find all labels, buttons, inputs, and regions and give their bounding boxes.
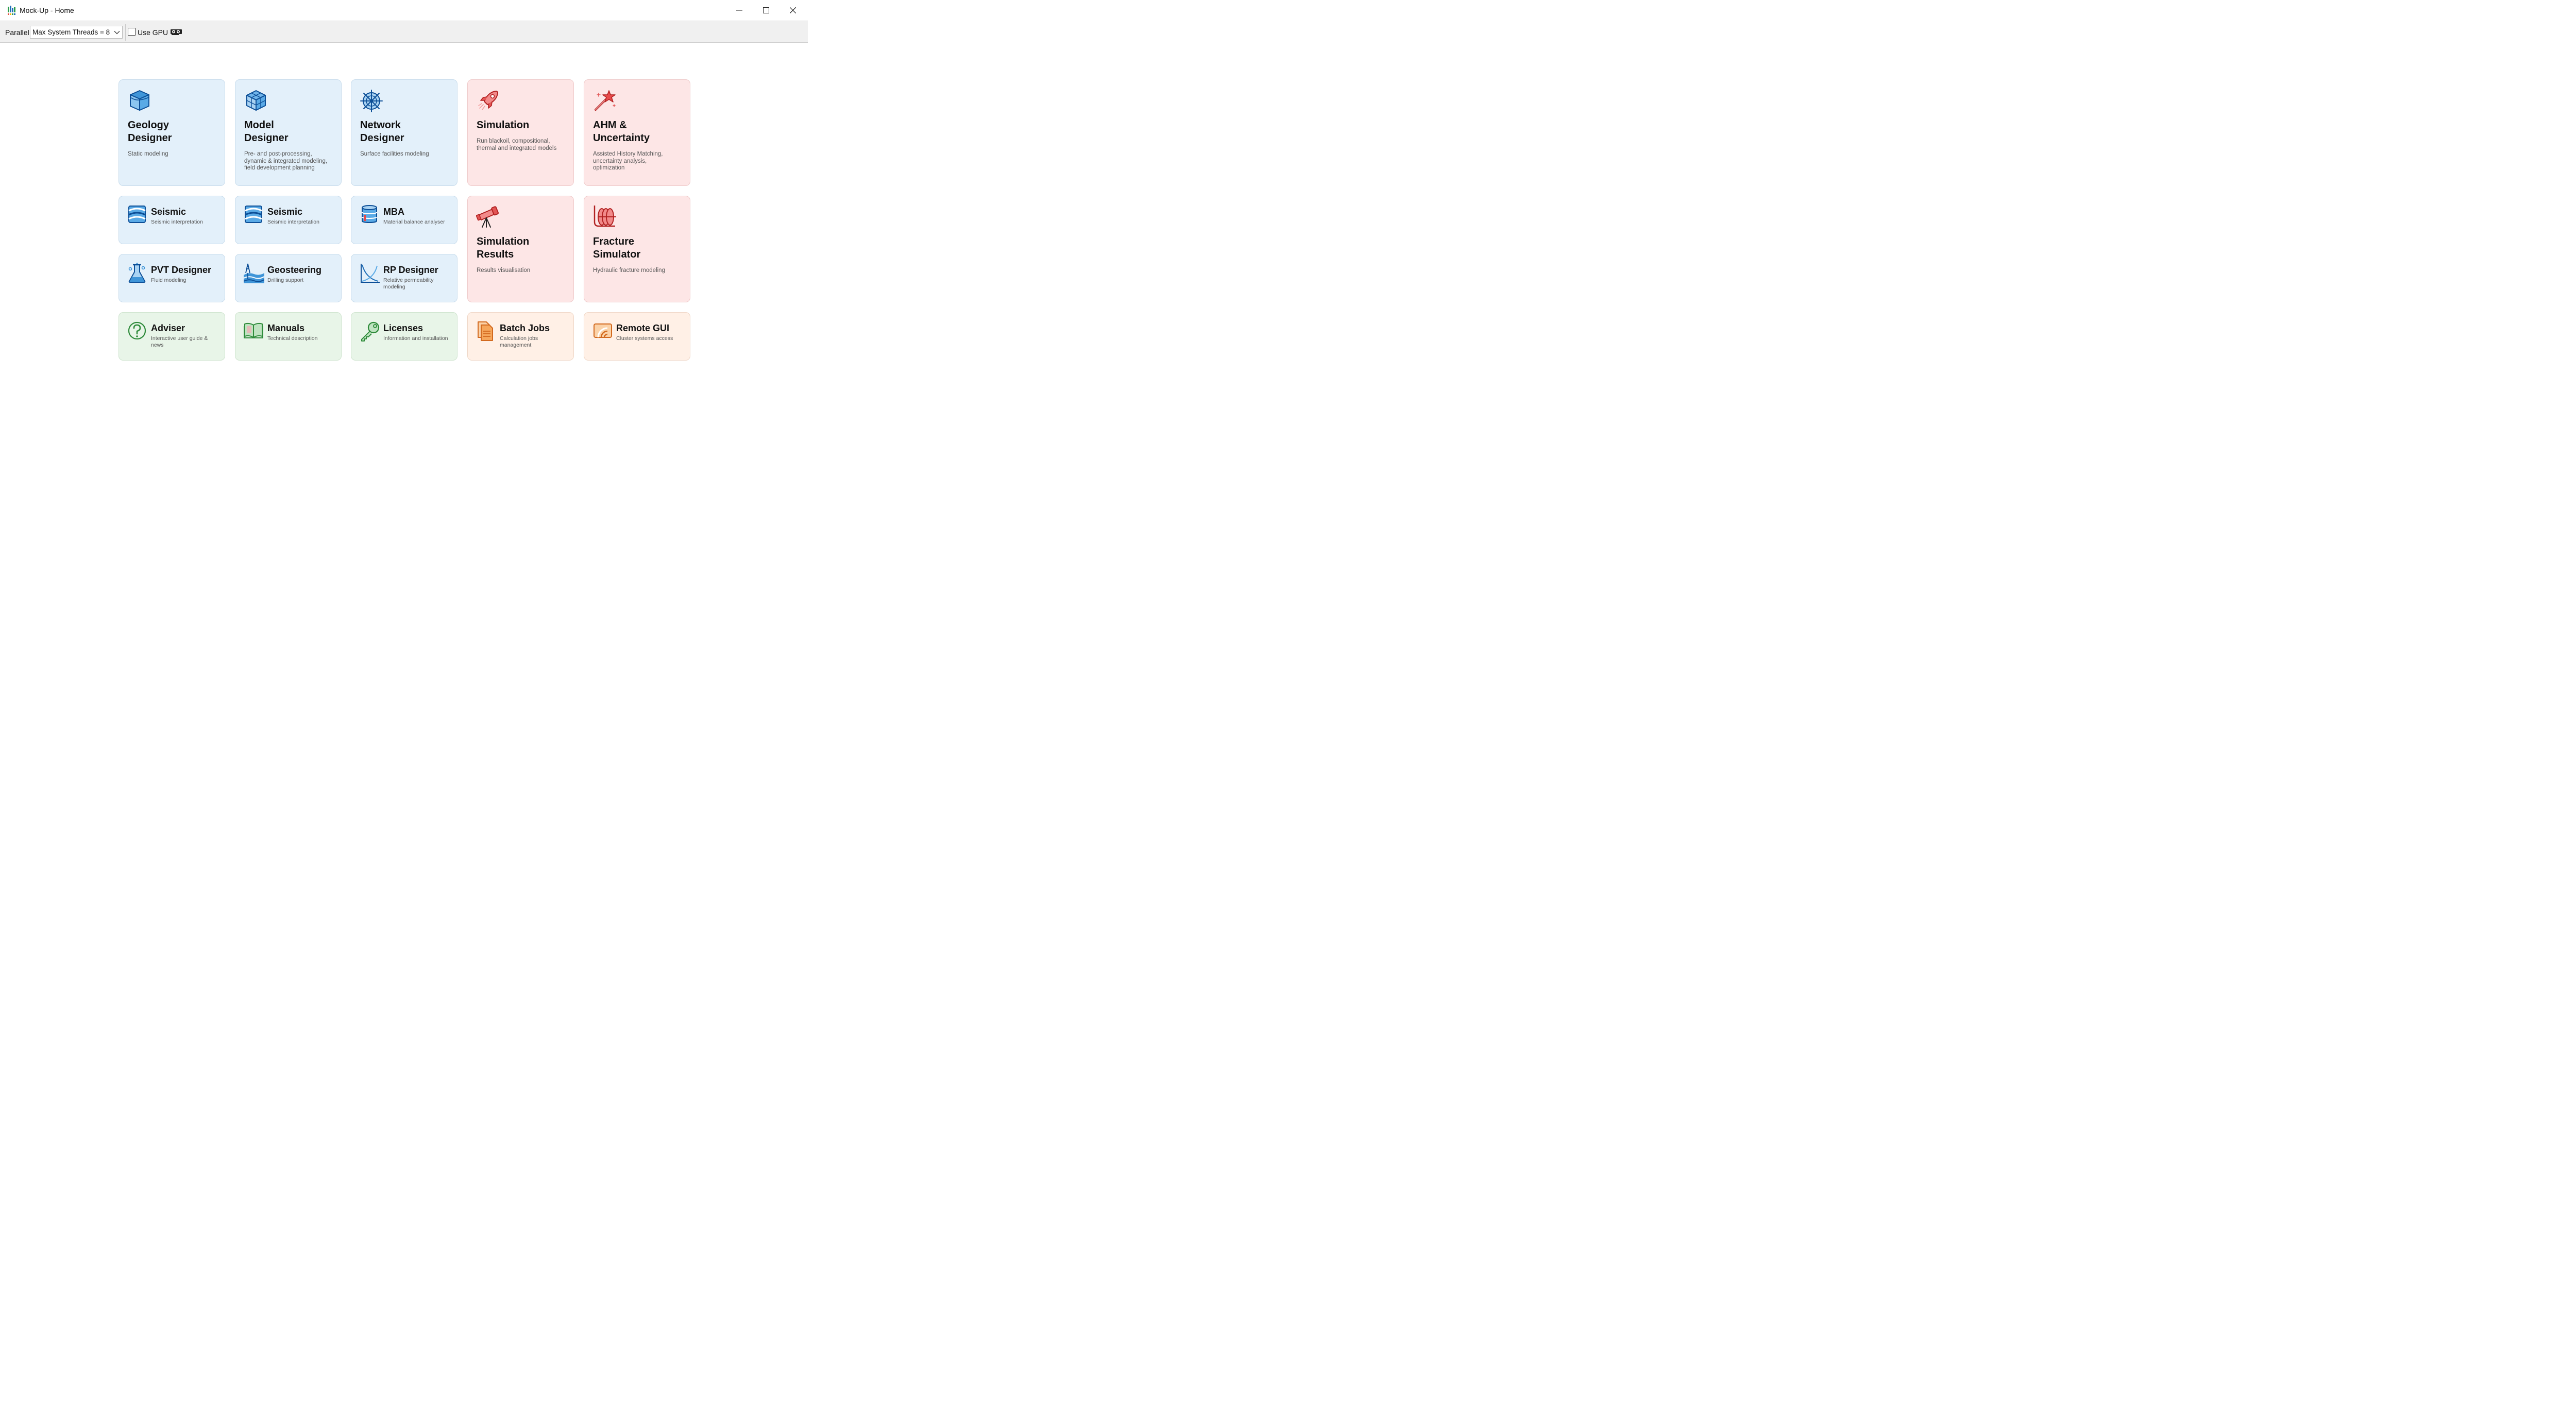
documents-icon — [478, 321, 493, 341]
app-logo-icon — [7, 5, 18, 15]
geology-box-icon — [130, 90, 149, 111]
tile-seismic-2[interactable]: Seismic Seismic interpretation — [235, 196, 342, 244]
tile-title: Simulation — [477, 119, 530, 131]
tile-description: Calculation jobs management — [500, 335, 538, 348]
tile-title: Geology Designer — [128, 119, 172, 144]
maximize-button[interactable] — [753, 0, 779, 21]
parallel-label: Parallel — [5, 28, 29, 37]
minimize-button[interactable] — [726, 0, 752, 21]
tile-adviser[interactable]: Adviser Interactive user guide & news — [118, 312, 225, 361]
minimize-icon — [736, 10, 742, 11]
tile-geosteering[interactable]: Geosteering Drilling support — [235, 254, 342, 302]
cube-icon — [246, 90, 266, 111]
tile-seismic[interactable]: Seismic Seismic interpretation — [118, 196, 225, 244]
tile-title: Seismic — [151, 207, 187, 217]
tile-geology-designer[interactable]: Geology Designer Static modeling — [118, 79, 225, 186]
window-title: Mock-Up - Home — [20, 6, 74, 14]
tile-description: Pre- and post-processing, dynamic & integ… — [244, 151, 328, 171]
tile-description: Material balance analyser — [383, 219, 445, 225]
remote-signal-icon — [594, 323, 612, 338]
rocket-icon — [478, 91, 498, 110]
close-icon — [790, 7, 796, 13]
use-gpu-checkbox[interactable] — [128, 28, 135, 36]
telescope-icon — [476, 206, 499, 228]
tile-fracture-simulator[interactable]: Fracture Simulator Hydraulic fracture mod… — [584, 196, 690, 302]
tile-title: Manuals — [267, 323, 305, 333]
question-icon — [128, 321, 146, 340]
tile-title: Seismic — [267, 207, 303, 217]
tile-network-designer[interactable]: Network Designer Surface facilities model… — [351, 79, 457, 186]
tile-batch-jobs[interactable]: Batch Jobs Calculation jobs management — [467, 312, 574, 361]
tile-mba[interactable]: MBA Material balance analyser — [351, 196, 457, 244]
tile-description: Seismic interpretation — [151, 219, 203, 225]
tile-description: Interactive user guide & news — [151, 335, 208, 348]
tile-description: Relative permeability modeling — [383, 277, 434, 290]
tile-title: AHM & Uncertainty — [593, 119, 650, 144]
tile-description: Cluster systems access — [616, 335, 673, 341]
tile-description: Run blackoil, compositional, thermal and … — [477, 138, 557, 151]
tile-title: Licenses — [383, 323, 423, 333]
tile-title: Model Designer — [244, 119, 289, 144]
drilling-rig-icon — [244, 263, 264, 283]
tile-title: RP Designer — [383, 265, 438, 275]
network-wheel-icon — [360, 90, 383, 112]
chevron-down-icon — [114, 31, 120, 35]
title-bar: Mock-Up - Home — [0, 0, 808, 21]
tile-title: MBA — [383, 207, 404, 217]
threads-dropdown-value: Max System Threads = 8 — [32, 28, 110, 36]
close-button[interactable] — [780, 0, 806, 21]
tile-description: Technical description — [267, 335, 318, 341]
tile-pvt-designer[interactable]: PVT Designer Fluid modeling — [118, 254, 225, 302]
threads-dropdown[interactable]: Max System Threads = 8 — [30, 26, 123, 39]
tile-title: Batch Jobs — [500, 323, 550, 333]
seismic-icon — [245, 206, 262, 223]
tile-title: Remote GUI — [616, 323, 670, 333]
gpu-card-icon — [170, 28, 182, 38]
tile-model-designer[interactable]: Model Designer Pre- and post-processing, d… — [235, 79, 342, 186]
tile-title: Fracture Simulator — [593, 236, 641, 260]
tile-description: Seismic interpretation — [267, 219, 319, 225]
tile-title: Adviser — [151, 323, 185, 333]
toolbar-divider — [125, 24, 126, 41]
tile-description: Static modeling — [128, 151, 168, 157]
tile-simulation-results[interactable]: Simulation Results Results visualisation — [467, 196, 574, 302]
tile-manuals[interactable]: Manuals Technical description — [235, 312, 342, 361]
tile-description: Hydraulic fracture modeling — [593, 267, 665, 274]
flask-icon — [128, 263, 146, 283]
tile-remote-gui[interactable]: Remote GUI Cluster systems access — [584, 312, 690, 361]
tile-title: Simulation Results — [477, 236, 530, 260]
tile-description: Surface facilities modeling — [360, 151, 429, 157]
tile-description: Drilling support — [267, 277, 304, 283]
tile-description: Information and installation — [383, 335, 448, 341]
use-gpu-label[interactable]: Use GPU — [138, 28, 168, 37]
key-icon — [361, 321, 380, 341]
tile-simulation[interactable]: Simulation Run blackoil, compositional, t… — [467, 79, 574, 186]
database-icon — [362, 205, 377, 223]
tile-description: Fluid modeling — [151, 277, 187, 283]
fracture-icon — [594, 206, 616, 227]
magic-wand-icon — [595, 90, 616, 111]
tile-title: Network Designer — [360, 119, 404, 144]
seismic-icon — [128, 206, 146, 223]
toolbar: Parallel Max System Threads = 8 Use GPU — [0, 21, 808, 43]
tile-ahm-uncertainty[interactable]: AHM & Uncertainty Assisted History Matchi… — [584, 79, 690, 186]
curve-chart-icon — [361, 264, 380, 283]
tile-licenses[interactable]: Licenses Information and installation — [351, 312, 457, 361]
book-icon — [244, 322, 263, 338]
tile-title: PVT Designer — [151, 265, 212, 275]
tile-rp-designer[interactable]: RP Designer Relative permeability modelin… — [351, 254, 457, 302]
tile-description: Assisted History Matching, uncertainty an… — [593, 151, 663, 171]
tile-title: Geosteering — [267, 265, 322, 275]
maximize-icon — [763, 7, 769, 13]
tile-description: Results visualisation — [477, 267, 531, 274]
